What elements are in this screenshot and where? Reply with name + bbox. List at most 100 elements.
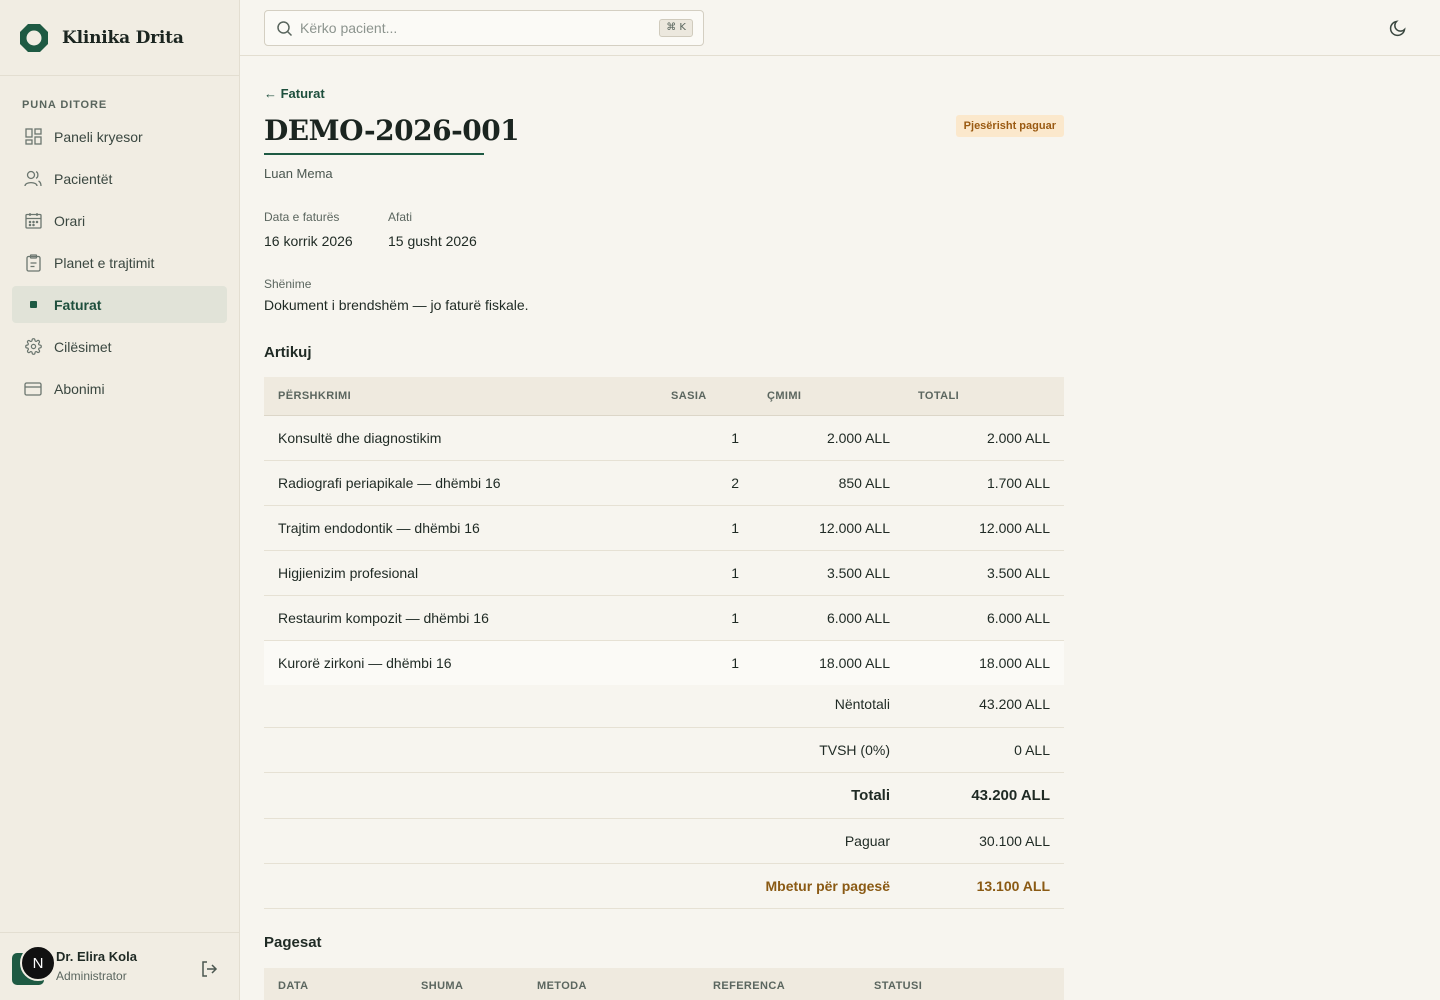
due-date-value: 15 gusht 2026	[388, 233, 477, 249]
payments-table: DATA SHUMA METODA REFERENCA STATUSI	[264, 968, 1064, 1000]
brand-name: Klinika Drita	[62, 27, 184, 48]
credit-card-icon	[24, 380, 42, 398]
patient-name[interactable]: Luan Mema	[264, 166, 333, 181]
page-title: DEMO-2026-001	[264, 114, 520, 147]
sidebar-nav: Paneli kryesor Pacientët Orari Planet e …	[12, 118, 227, 412]
paid-row: Paguar 30.100 ALL	[264, 818, 1064, 864]
item-price: 3.500 ALL	[739, 550, 890, 596]
item-quantity: 1	[644, 505, 739, 551]
search-input[interactable]	[300, 17, 640, 39]
paid-value: 30.100 ALL	[890, 818, 1064, 864]
search-shortcut: ⌘ K	[659, 19, 693, 37]
gear-icon	[24, 338, 42, 356]
item-total: 12.000 ALL	[890, 505, 1064, 551]
items-table: PËRSHKRIMI SASIA ÇMIMI TOTALI Konsultë d…	[264, 377, 1064, 685]
balance-due-label: Mbetur për pagesë	[264, 863, 890, 909]
sidebar-item-settings[interactable]: Cilësimet	[12, 328, 227, 365]
item-quantity: 1	[644, 595, 739, 641]
table-row: Kurorë zirkoni — dhëmbi 16 1 18.000 ALL …	[264, 640, 1064, 685]
invoice-date-value: 16 korrik 2026	[264, 233, 353, 249]
item-description: Trajtim endodontik — dhëmbi 16	[264, 505, 644, 551]
user-name: Dr. Elira Kola	[56, 949, 137, 964]
table-header-row: PËRSHKRIMI SASIA ÇMIMI TOTALI	[264, 377, 1064, 416]
item-total: 2.000 ALL	[890, 415, 1064, 461]
item-description: Higjienizim profesional	[264, 550, 644, 596]
column-header: SHUMA	[421, 968, 537, 1000]
notes-label: Shënime	[264, 277, 312, 291]
dashboard-icon	[24, 128, 42, 146]
item-price: 18.000 ALL	[739, 640, 890, 685]
item-price: 6.000 ALL	[739, 595, 890, 641]
item-quantity: 1	[644, 550, 739, 596]
sidebar-item-label: Paneli kryesor	[54, 128, 143, 145]
table-row: Restaurim kompozit — dhëmbi 16 1 6.000 A…	[264, 595, 1064, 641]
calendar-icon	[24, 212, 42, 230]
users-icon	[24, 170, 42, 188]
column-header: TOTALI	[890, 377, 1064, 416]
balance-due-row: Mbetur për pagesë 13.100 ALL	[264, 863, 1064, 909]
column-header: ÇMIMI	[739, 377, 890, 416]
back-to-invoices-link[interactable]: ← Faturat	[264, 86, 325, 101]
table-row: Konsultë dhe diagnostikim 1 2.000 ALL 2.…	[264, 415, 1064, 461]
item-price: 2.000 ALL	[739, 415, 890, 461]
subtotal-value: 43.200 ALL	[890, 682, 1064, 728]
item-description: Restaurim kompozit — dhëmbi 16	[264, 595, 644, 641]
paid-label: Paguar	[264, 818, 890, 864]
total-label: Totali	[264, 772, 890, 819]
item-total: 6.000 ALL	[890, 595, 1064, 641]
user-role: Administrator	[56, 969, 127, 983]
item-total: 1.700 ALL	[890, 460, 1064, 506]
active-dot-icon	[24, 296, 42, 314]
sidebar-item-label: Abonimi	[54, 380, 105, 397]
due-date-label: Afati	[388, 210, 413, 224]
sidebar-item-label: Orari	[54, 212, 86, 229]
title-underline	[264, 153, 484, 155]
nav-section-label: PUNA DITORE	[22, 99, 108, 111]
sidebar-item-treatment-plans[interactable]: Planet e trajtimit	[12, 244, 227, 281]
table-header-row: DATA SHUMA METODA REFERENCA STATUSI	[264, 968, 1064, 1000]
column-header: REFERENCA	[713, 968, 874, 1000]
user-profile: N Dr. Elira Kola Administrator	[0, 932, 240, 1000]
item-quantity: 2	[644, 460, 739, 506]
status-badge: Pjesërisht paguar	[955, 115, 1064, 137]
total-row: Totali 43.200 ALL	[264, 772, 1064, 819]
avatar[interactable]: N	[12, 945, 56, 985]
item-quantity: 1	[644, 415, 739, 461]
search-box[interactable]: ⌘ K	[264, 10, 704, 46]
item-description: Kurorë zirkoni — dhëmbi 16	[264, 640, 644, 685]
balance-due-value: 13.100 ALL	[890, 863, 1064, 909]
moon-icon[interactable]	[1388, 18, 1408, 38]
table-row: Radiografi periapikale — dhëmbi 16 2 850…	[264, 460, 1064, 506]
sidebar-item-schedule[interactable]: Orari	[12, 202, 227, 239]
item-description: Radiografi periapikale — dhëmbi 16	[264, 460, 644, 506]
avatar-initial: N	[20, 945, 56, 981]
brand[interactable]: Klinika Drita	[0, 0, 239, 76]
sidebar-item-patients[interactable]: Pacientët	[12, 160, 227, 197]
sidebar: Klinika Drita PUNA DITORE Paneli kryesor…	[0, 0, 240, 1000]
sidebar-item-label: Pacientët	[54, 170, 113, 187]
notes-value: Dokument i brendshëm — jo faturë fiskale…	[264, 297, 529, 313]
item-total: 3.500 ALL	[890, 550, 1064, 596]
invoice-date-label: Data e faturës	[264, 210, 340, 224]
item-description: Konsultë dhe diagnostikim	[264, 415, 644, 461]
total-value: 43.200 ALL	[890, 772, 1064, 819]
logout-icon[interactable]	[199, 959, 219, 979]
table-row: Trajtim endodontik — dhëmbi 16 1 12.000 …	[264, 505, 1064, 551]
sidebar-item-invoices[interactable]: Faturat	[12, 286, 227, 323]
column-header: STATUSI	[874, 968, 1064, 1000]
sidebar-item-label: Faturat	[54, 296, 102, 313]
subtotal-label: Nëntotali	[264, 682, 890, 728]
item-price: 850 ALL	[739, 460, 890, 506]
column-header: PËRSHKRIMI	[264, 377, 644, 416]
sidebar-item-label: Planet e trajtimit	[54, 254, 155, 271]
tax-value: 0 ALL	[890, 727, 1064, 773]
totals-summary: Nëntotali 43.200 ALL TVSH (0%) 0 ALL Tot…	[264, 682, 1064, 909]
search-icon	[277, 21, 293, 37]
topbar: ⌘ K	[240, 0, 1440, 56]
column-header: DATA	[264, 968, 421, 1000]
clipboard-icon	[24, 253, 42, 272]
item-quantity: 1	[644, 640, 739, 685]
sidebar-item-label: Cilësimet	[54, 338, 112, 355]
sidebar-item-subscription[interactable]: Abonimi	[12, 370, 227, 407]
sidebar-item-dashboard[interactable]: Paneli kryesor	[12, 118, 227, 155]
